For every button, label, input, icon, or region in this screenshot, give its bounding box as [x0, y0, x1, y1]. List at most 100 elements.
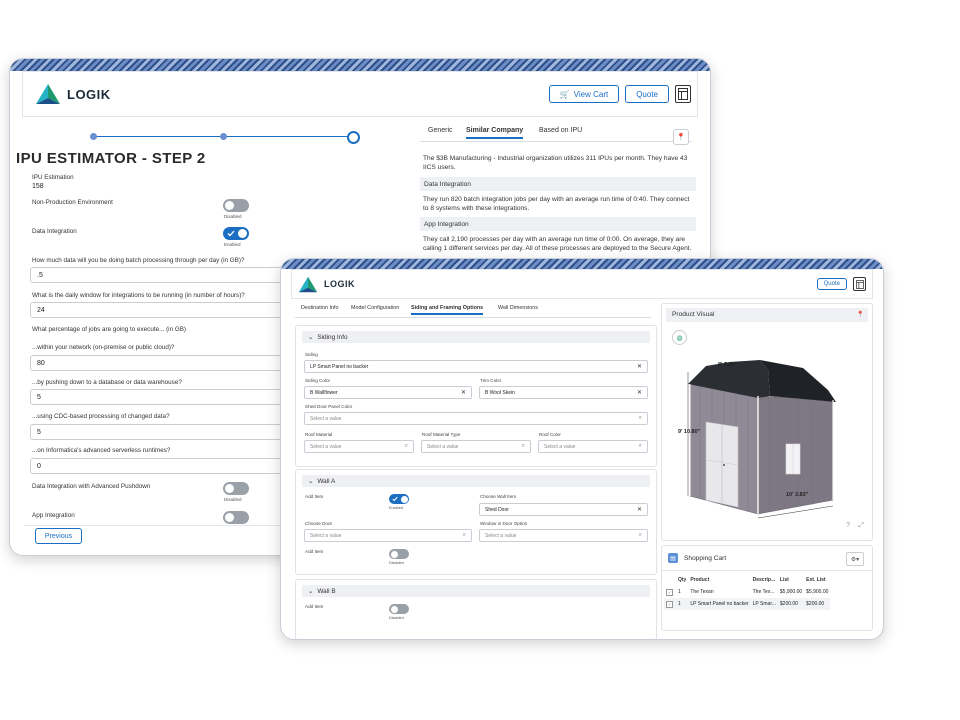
tab-siding-framing[interactable]: Siding and Framing Options	[411, 305, 484, 315]
wall-b-header[interactable]: ⌄ Wall B	[302, 585, 650, 597]
row-checkbox[interactable]: ✓	[666, 600, 673, 608]
wall-a-header[interactable]: ⌄ Wall A	[302, 475, 650, 487]
config-tabs: Destination Info Model Configuration Sid…	[295, 303, 651, 318]
wall-b-add-item-toggle[interactable]	[389, 604, 409, 614]
logik-logo[interactable]: LOGIK	[292, 276, 355, 293]
ipu-estimation-value: 158	[32, 183, 44, 190]
dimension-left: 9' 10.80"	[678, 429, 701, 435]
tab-based-on-ipu[interactable]: Based on IPU	[539, 127, 582, 134]
previous-button[interactable]: Previous	[35, 528, 82, 544]
layout-toggle-icon[interactable]	[675, 85, 691, 103]
logik-mark-icon	[36, 84, 60, 104]
tab-wall-dimensions[interactable]: Wall Dimensions	[498, 305, 538, 311]
placeholder-text: Select a value	[427, 443, 459, 450]
app-header: LOGIK Quote	[291, 269, 873, 299]
logik-mark-icon	[298, 276, 318, 292]
layout-toggle-icon[interactable]	[853, 277, 866, 291]
wall-a-add-item-toggle[interactable]	[389, 494, 409, 504]
logik-logo[interactable]: LOGIK	[23, 83, 111, 105]
quote-button[interactable]: Quote	[816, 278, 847, 290]
cart-col-product[interactable]: Product	[688, 574, 750, 586]
chevron-down-icon: ⌄	[308, 334, 314, 341]
cart-col-description[interactable]: Descrip...	[751, 574, 778, 586]
siding-color-select[interactable]: B Wallflower ✕	[304, 386, 472, 399]
search-icon: ⌕	[638, 415, 642, 421]
siding-select[interactable]: LP Smart Panel no backer ✕	[304, 360, 648, 373]
tab-similar-company[interactable]: Similar Company	[466, 127, 524, 139]
adv-pushdown-state: Disabled	[224, 497, 242, 502]
clear-icon[interactable]: ✕	[461, 389, 466, 396]
chevron-down-icon: ⌄	[308, 478, 314, 485]
q2-label: What is the daily window for integration…	[32, 292, 245, 299]
wall-a-add-item-state: Enabled	[389, 506, 403, 510]
cart-product: The Texan	[690, 589, 714, 595]
window-in-door-select[interactable]: Select a value ⌕	[479, 529, 648, 542]
roof-material-type-label: Roof Material Type	[422, 432, 461, 437]
batch-gb-input[interactable]: .5	[30, 267, 285, 283]
data-integration-toggle[interactable]	[223, 227, 249, 240]
pushdown-input[interactable]: 5	[30, 389, 285, 405]
tab-destination-info[interactable]: Destination Info	[301, 305, 338, 311]
within-network-input[interactable]: 80	[30, 355, 285, 371]
cart-description: The Tex...	[752, 589, 775, 595]
wall-a-title: Wall A	[317, 477, 336, 485]
view-cart-button[interactable]: 🛒 View Cart	[548, 85, 620, 103]
ar-view-icon[interactable]: ◍	[672, 330, 687, 345]
siding-info-title: Siding Info	[317, 333, 348, 341]
cdc-input[interactable]: 5	[30, 424, 285, 440]
shed-door-panel-select[interactable]: Select a value ⌕	[304, 412, 648, 425]
siding-info-panel: ⌄ Siding Info Siding LP Smart Panel no b…	[295, 325, 657, 467]
quote-button[interactable]: Quote	[625, 85, 669, 103]
app-integration-toggle[interactable]	[223, 511, 249, 524]
data-integration-state: Enabled	[224, 242, 241, 247]
wall-b-panel: ⌄ Wall B Add Item Disabled	[295, 579, 657, 639]
siding-value: LP Smart Panel no backer	[310, 363, 369, 370]
tab-generic[interactable]: Generic	[428, 127, 453, 134]
expand-icon[interactable]: ⤢	[858, 522, 864, 530]
choose-wall-item-select[interactable]: Shed Door ✕	[479, 503, 648, 516]
q1-label: How much data will you be doing batch pr…	[32, 257, 245, 264]
data-integration-text: They run 820 batch integration jobs per …	[423, 196, 690, 212]
roof-color-select[interactable]: Select a value ⌕	[538, 440, 648, 453]
table-row[interactable]: ✓ 1 LP Smart Panel no backer LP Smar... …	[664, 598, 831, 610]
help-icon[interactable]: ?	[846, 522, 850, 529]
siding-color-label: Siding Color	[305, 378, 331, 383]
settings-menu-icon[interactable]: ⚙▾	[846, 552, 864, 566]
step-2-dot[interactable]	[220, 133, 227, 140]
wall-a-panel: ⌄ Wall A Add Item Enabled Choose Wall It…	[295, 469, 657, 575]
trim-color-select[interactable]: B Wool Skein ✕	[479, 386, 648, 399]
wall-a-add-item-2-toggle[interactable]	[389, 549, 409, 559]
clear-icon[interactable]: ✕	[637, 363, 642, 370]
clear-icon[interactable]: ✕	[637, 389, 642, 396]
daily-window-input[interactable]: 24	[30, 302, 285, 318]
step-3-active[interactable]	[347, 131, 360, 144]
data-integration-label: Data Integration	[32, 228, 77, 235]
row-checkbox[interactable]: ✓	[666, 588, 673, 596]
roof-material-type-select[interactable]: Select a value ⌕	[421, 440, 531, 453]
cart-col-ext-list[interactable]: Ext. List	[804, 574, 830, 586]
search-icon: ⌕	[521, 443, 525, 449]
non-prod-toggle[interactable]	[223, 199, 249, 212]
search-icon: ⌕	[638, 532, 642, 538]
configurator-window: LOGIK Quote Destination Info Model Confi…	[280, 258, 884, 640]
roof-material-select[interactable]: Select a value ⌕	[304, 440, 414, 453]
window-in-door-label: Window in Door Option	[480, 521, 528, 526]
app-header: LOGIK 🛒 View Cart Quote	[22, 71, 698, 117]
choose-door-select[interactable]: Select a value ⌕	[304, 529, 472, 542]
pin-icon[interactable]: 📍	[857, 311, 864, 318]
clear-icon[interactable]: ✕	[637, 506, 642, 513]
step-1-dot[interactable]	[90, 133, 97, 140]
pin-icon[interactable]: 📍	[673, 129, 689, 145]
page-title: IPU ESTIMATOR - STEP 2	[16, 150, 206, 167]
choose-wall-item-label: Choose Wall Item	[480, 494, 517, 499]
shed-render	[687, 360, 836, 519]
cart-col-list[interactable]: List	[778, 574, 804, 586]
tab-model-configuration[interactable]: Model Configuration	[351, 305, 399, 311]
table-row[interactable]: ✓ 1 The Texan The Tex... $5,900.00 $5,90…	[664, 586, 831, 598]
siding-info-header[interactable]: ⌄ Siding Info	[302, 331, 650, 343]
adv-pushdown-toggle[interactable]	[223, 482, 249, 495]
shed-door-panel-label: Shed Door Panel Color	[305, 404, 353, 409]
cart-icon: 🛒	[559, 89, 570, 99]
cart-col-qty[interactable]: Qty	[676, 574, 688, 586]
serverless-input[interactable]: 0	[30, 458, 285, 474]
